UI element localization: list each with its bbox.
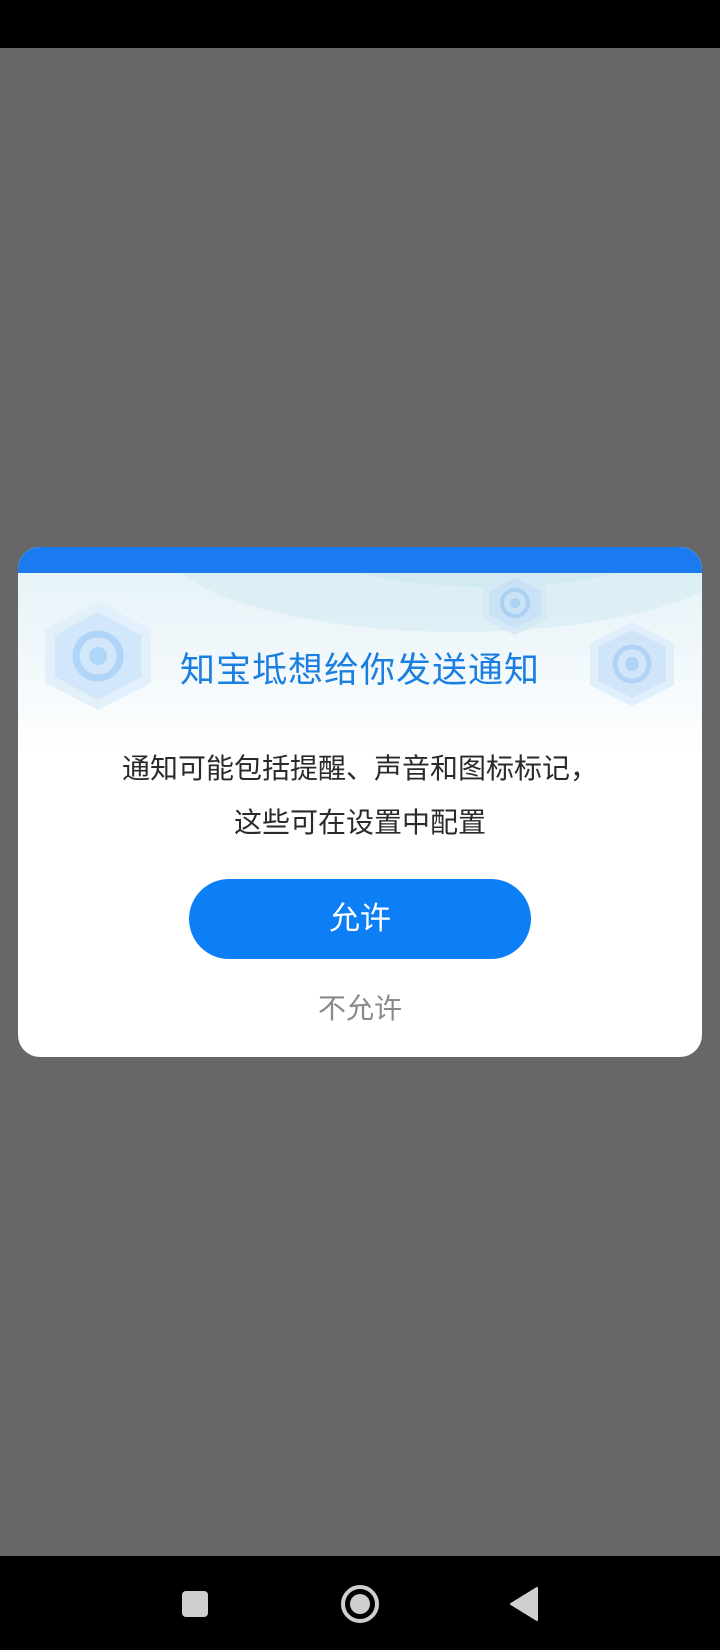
dialog-top-accent-bar: [18, 547, 702, 573]
dialog-message-line-1: 通知可能包括提醒、声音和图标标记，: [121, 752, 598, 785]
deny-button[interactable]: 不允许: [260, 985, 460, 1033]
dialog-message-line-2: 这些可在设置中配置: [233, 806, 486, 839]
allow-button[interactable]: 允许: [189, 879, 531, 959]
circle-home-icon: [341, 1585, 379, 1623]
recent-apps-button[interactable]: [171, 1580, 219, 1628]
home-button[interactable]: [336, 1580, 384, 1628]
back-button[interactable]: [500, 1580, 548, 1628]
notification-permission-dialog: 知宝坻想给你发送通知 通知可能包括提醒、声音和图标标记， 这些可在设置中配置 允…: [18, 547, 702, 1057]
square-icon: [182, 1591, 208, 1617]
triangle-back-icon: [510, 1587, 538, 1621]
dialog-title: 知宝坻想给你发送通知: [179, 651, 540, 691]
navigation-bar: [0, 1556, 720, 1650]
status-bar: [0, 0, 720, 48]
dialog-message: 通知可能包括提醒、声音和图标标记， 这些可在设置中配置: [58, 742, 662, 850]
screen: 知宝坻想给你发送通知 通知可能包括提醒、声音和图标标记， 这些可在设置中配置 允…: [0, 0, 720, 1650]
